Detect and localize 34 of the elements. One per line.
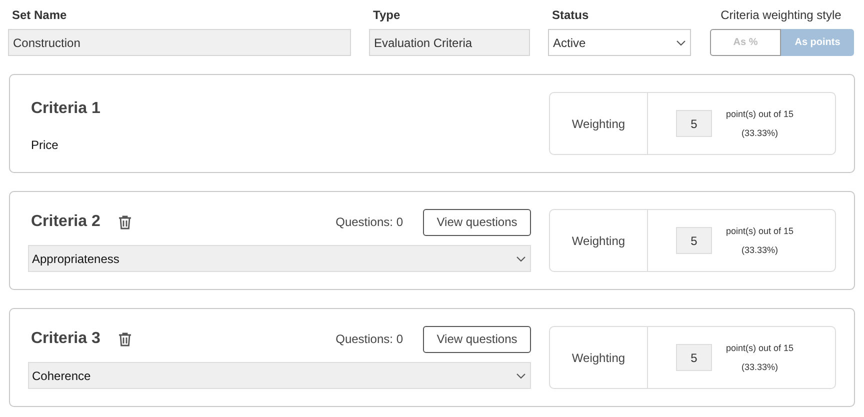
field-label: Status [551, 8, 590, 23]
points-text: point(s) out of 15 [726, 226, 794, 236]
view-questions-button[interactable]: View questions [423, 208, 531, 236]
weighting-label: Weighting [550, 327, 648, 388]
criteria-select[interactable]: Coherence [28, 362, 531, 389]
percent-text: (33.33%) [742, 128, 778, 138]
status-select[interactable]: Active [548, 29, 691, 56]
type-field[interactable]: Evaluation Criteria [369, 29, 530, 56]
trash-icon[interactable] [118, 332, 132, 346]
weighting-label: Weighting [550, 93, 648, 154]
view-questions-button[interactable]: View questions [423, 326, 531, 352]
set-name-field[interactable]: Construction [8, 29, 351, 56]
percent-text: (33.33%) [742, 362, 778, 372]
criteria-title: Criteria 2 [31, 213, 100, 231]
field-label: Criteria weighting style [720, 8, 842, 23]
trash-icon[interactable] [118, 214, 132, 230]
criteria-title: Criteria 1 [31, 100, 100, 118]
chevron-down-icon [676, 40, 686, 46]
questions-count: Questions: 0 [336, 332, 403, 346]
points-text: point(s) out of 15 [726, 343, 794, 353]
questions-count: Questions: 0 [336, 215, 403, 229]
points-text: point(s) out of 15 [726, 109, 794, 119]
weighting-label: Weighting [550, 210, 648, 271]
chevron-down-icon [516, 372, 526, 378]
criteria-select[interactable]: Appropriateness [28, 245, 531, 272]
points-field[interactable]: 5 [676, 110, 712, 137]
chevron-down-icon [516, 256, 526, 262]
criteria-title: Criteria 3 [31, 330, 100, 348]
points-field[interactable]: 5 [676, 227, 712, 254]
points-field[interactable]: 5 [676, 344, 712, 371]
field-label: Set Name [11, 8, 68, 23]
percent-text: (33.33%) [742, 245, 778, 255]
criteria-name: Price [30, 138, 60, 152]
field-label: Type [372, 8, 402, 23]
